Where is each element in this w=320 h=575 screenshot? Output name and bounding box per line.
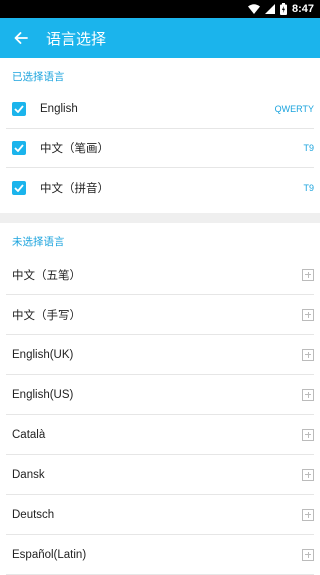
language-label: 中文（笔画）	[40, 143, 109, 155]
checkbox-checked[interactable]	[12, 141, 26, 155]
selected-language-item[interactable]: 中文（笔画） T9	[6, 129, 314, 168]
language-label: Español(Latin)	[12, 548, 87, 561]
language-label: 中文（五笔）	[12, 269, 81, 282]
keyboard-layout-link[interactable]: T9	[303, 183, 314, 193]
selected-language-list: English QWERTY 中文（笔画） T9 中文（拼音） T9	[0, 90, 320, 207]
unselected-language-item[interactable]: English(US)	[6, 375, 314, 415]
wifi-icon	[247, 4, 260, 14]
language-label: Deutsch	[12, 508, 55, 521]
language-label: English(US)	[12, 388, 74, 401]
unselected-language-item[interactable]: English(UK)	[6, 335, 314, 375]
unselected-language-item[interactable]: Català	[6, 415, 314, 455]
add-icon[interactable]	[302, 308, 314, 321]
battery-icon	[279, 3, 287, 15]
section-divider	[0, 213, 320, 223]
language-label: Dansk	[12, 468, 45, 481]
check-icon	[14, 105, 24, 113]
keyboard-layout-link[interactable]: T9	[303, 143, 314, 153]
unselected-language-item[interactable]: 中文（五笔）	[6, 255, 314, 295]
page-title: 语言选择	[46, 30, 107, 48]
language-label: 中文（手写）	[12, 309, 81, 322]
keyboard-layout-link[interactable]: QWERTY	[275, 104, 314, 114]
language-label: Català	[12, 428, 46, 441]
add-icon[interactable]	[302, 428, 314, 441]
unselected-language-list: 中文（五笔） 中文（手写） English(UK) English(US) Ca…	[0, 255, 320, 575]
status-bar: 8:47	[0, 0, 320, 18]
selected-section-header: 已选择语言	[12, 71, 65, 83]
unselected-section-header: 未选择语言	[12, 236, 65, 248]
check-icon	[14, 183, 24, 192]
language-label: English(UK)	[12, 348, 74, 361]
unselected-language-item[interactable]: Deutsch	[6, 495, 314, 535]
status-time: 8:47	[291, 3, 314, 15]
signal-icon	[264, 4, 275, 14]
checkbox-checked[interactable]	[12, 180, 26, 195]
arrow-left-icon	[14, 32, 28, 44]
unselected-language-item[interactable]: Dansk	[6, 455, 314, 495]
add-icon[interactable]	[302, 508, 314, 521]
add-icon[interactable]	[302, 388, 314, 401]
selected-language-item[interactable]: 中文（拼音） T9	[6, 168, 314, 207]
back-button[interactable]	[10, 27, 32, 49]
selected-language-item[interactable]: English QWERTY	[6, 90, 314, 129]
add-icon[interactable]	[302, 268, 314, 281]
unselected-language-item[interactable]: 中文（手写）	[6, 295, 314, 335]
unselected-language-item[interactable]: Español(Latin)	[6, 535, 314, 575]
add-icon[interactable]	[302, 548, 314, 561]
add-icon[interactable]	[302, 468, 314, 481]
add-icon[interactable]	[302, 348, 314, 361]
language-label: 中文（拼音）	[40, 182, 109, 195]
app-bar: 语言选择	[0, 18, 320, 58]
checkbox-checked[interactable]	[12, 102, 26, 116]
language-label: English	[40, 103, 78, 115]
check-icon	[14, 144, 24, 152]
